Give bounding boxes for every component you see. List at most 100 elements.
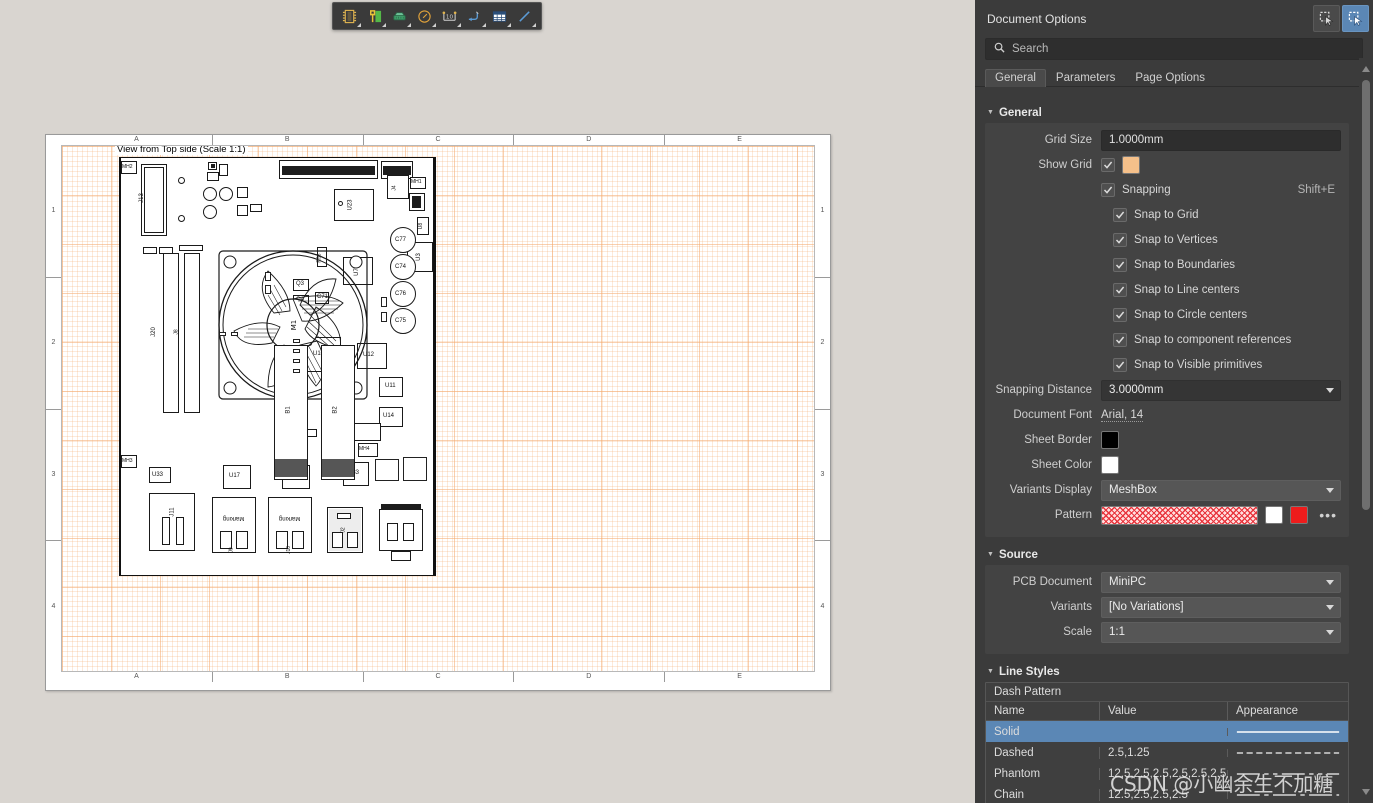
place-polygon-icon[interactable] (362, 4, 387, 28)
pattern-color2-swatch[interactable] (1290, 506, 1309, 524)
panel-tabs[interactable]: General Parameters Page Options (975, 67, 1373, 87)
port-j2-slot-a (332, 532, 343, 548)
snap-to-vertices-row[interactable]: Snap to Vertices (1113, 230, 1218, 250)
zone-row-2: 2 (46, 276, 61, 409)
column-header-appearance[interactable]: Appearance (1227, 702, 1348, 720)
place-dimension-icon[interactable]: 10 (437, 4, 462, 28)
zone-row-4: 4 (46, 540, 61, 672)
port-j11-slot-b (176, 517, 184, 545)
place-line-icon[interactable] (512, 4, 537, 28)
line-styles-table[interactable]: Dash Pattern Name Value Appearance Solid… (985, 682, 1349, 803)
table-row[interactable]: Phantom 12.5,2.5,2.5,2.5,2.5,2.5 (986, 763, 1348, 784)
smd-r10 (265, 285, 271, 294)
snap-to-visible-primitives-row[interactable]: Snap to Visible primitives (1113, 355, 1262, 375)
table-row[interactable]: Chain 12.5,2.5,2.5,2.5 (986, 784, 1348, 803)
smd-r1 (219, 332, 226, 336)
pattern-more-button[interactable]: ••• (1315, 507, 1341, 523)
designator-j13: J13 (138, 193, 145, 203)
variants-display-combo[interactable]: MeshBox (1101, 479, 1341, 501)
column-header-value[interactable]: Value (1099, 702, 1227, 720)
search-input[interactable]: Search (985, 38, 1363, 60)
scale-combo[interactable]: 1:1 (1101, 621, 1341, 643)
slot-clip-1 (143, 247, 157, 254)
drawing-sheet[interactable]: A B C D E A B C D E 1 2 3 4 1 2 3 4 View… (45, 134, 831, 691)
tab-general[interactable]: General (985, 69, 1046, 87)
place-rectangle-icon[interactable] (387, 4, 412, 28)
snap-to-line-centers-checkbox[interactable] (1113, 283, 1127, 297)
designator-j10: J10 (286, 545, 293, 555)
smd-part-f (250, 204, 262, 212)
variants-combo[interactable]: [No Variations] (1101, 596, 1341, 618)
snapping-row[interactable]: Snapping Shift+E (1101, 180, 1341, 200)
scroll-up-arrow-icon[interactable] (1362, 66, 1370, 72)
snap-to-grid-row[interactable]: Snap to Grid (1113, 205, 1199, 225)
smd-r3 (381, 297, 387, 307)
snap-to-circle-centers-row[interactable]: Snap to Circle centers (1113, 305, 1247, 325)
snap-to-vertices-checkbox[interactable] (1113, 233, 1127, 247)
select-mode-icon[interactable] (1313, 5, 1340, 32)
snap-to-component-references-row[interactable]: Snap to component references (1113, 330, 1291, 350)
drawing-canvas[interactable]: 10 A B C D E A B C D E 1 2 3 4 1 2 3 4 V… (0, 0, 975, 803)
column-header-name[interactable]: Name (986, 702, 1099, 720)
snap-to-component-references-checkbox[interactable] (1113, 333, 1127, 347)
place-component-icon[interactable] (337, 4, 362, 28)
smd-r5 (293, 339, 300, 343)
sheet-color-swatch[interactable] (1101, 456, 1119, 474)
document-options-panel[interactable]: Document Options Search General Paramete… (975, 0, 1373, 803)
pcb-document-combo[interactable]: MiniPC (1101, 571, 1341, 593)
scroll-down-arrow-icon[interactable] (1362, 789, 1370, 795)
panel-body[interactable]: ▼ General Grid Size 1.0000mm Show Grid S… (975, 101, 1359, 803)
zone-row-1-right: 1 (820, 207, 825, 215)
row-snap-line-centers: Snap to Line centers (993, 279, 1341, 301)
place-arc-icon[interactable] (412, 4, 437, 28)
designator-u23: U23 (347, 199, 354, 211)
pattern-color1-swatch[interactable] (1265, 506, 1284, 524)
section-header-line-styles[interactable]: ▼ Line Styles (975, 660, 1359, 682)
tab-parameters[interactable]: Parameters (1046, 69, 1125, 87)
scrollbar-thumb[interactable] (1362, 80, 1370, 510)
table-row[interactable]: Solid (986, 721, 1348, 742)
pcb-board-drawing[interactable]: MH2 J13 U23 J4 MH1 U8 U3 C77 C74 C76 C75… (119, 157, 436, 576)
section-header-general[interactable]: ▼ General (975, 101, 1359, 123)
tab-page-options[interactable]: Page Options (1125, 69, 1215, 87)
designator-u17: U17 (229, 473, 241, 479)
smd-r8 (293, 369, 300, 373)
sheet-inner-area[interactable]: View from Top side (Scale 1:1) MH2 J13 U… (61, 145, 815, 672)
document-font-value[interactable]: Arial, 14 (1101, 409, 1144, 422)
snapping-distance-combo[interactable]: 3.0000mm (1101, 379, 1341, 401)
section-title-line-styles: Line Styles (998, 666, 1060, 678)
snap-to-circle-centers-checkbox[interactable] (1113, 308, 1127, 322)
row-sheet-color: Sheet Color (993, 454, 1341, 476)
label-variants: Variants (1050, 601, 1092, 613)
panel-header-buttons[interactable] (1313, 5, 1369, 32)
drawing-toolbar[interactable]: 10 (332, 2, 542, 30)
snap-to-line-centers-row[interactable]: Snap to Line centers (1113, 280, 1240, 300)
snap-to-grid-checkbox[interactable] (1113, 208, 1127, 222)
line-styles-group-title: Dash Pattern (986, 683, 1348, 702)
pattern-preview[interactable] (1101, 505, 1259, 525)
search-row[interactable]: Search (975, 38, 1373, 67)
snap-to-boundaries-checkbox[interactable] (1113, 258, 1127, 272)
sheet-border-color-swatch[interactable] (1101, 431, 1119, 449)
designator-j20: J20 (150, 327, 157, 337)
place-leader-icon[interactable] (462, 4, 487, 28)
snap-to-boundaries-row[interactable]: Snap to Boundaries (1113, 255, 1235, 275)
snapping-checkbox[interactable] (1101, 183, 1115, 197)
grid-size-input[interactable]: 1.0000mm (1101, 129, 1341, 151)
designator-u14: U11 (385, 383, 396, 389)
mount-hole-1 (178, 177, 185, 184)
connector-block-1 (403, 457, 427, 481)
show-grid-checkbox[interactable] (1101, 158, 1115, 172)
snap-to-visible-primitives-checkbox[interactable] (1113, 358, 1127, 372)
row-snap-component-refs: Snap to component references (993, 329, 1341, 351)
panel-scrollbar[interactable] (1359, 58, 1373, 803)
port-j10-marking: Marking (279, 515, 301, 521)
section-header-source[interactable]: ▼ Source (975, 543, 1359, 565)
search-placeholder: Search (1012, 43, 1049, 55)
grid-color-swatch[interactable] (1122, 156, 1140, 174)
place-bom-icon[interactable] (487, 4, 512, 28)
zone-row-2-right: 2 (815, 276, 830, 409)
pan-mode-icon[interactable] (1342, 5, 1369, 32)
table-row[interactable]: Dashed 2.5,1.25 (986, 742, 1348, 763)
panel-header: Document Options (975, 0, 1373, 38)
